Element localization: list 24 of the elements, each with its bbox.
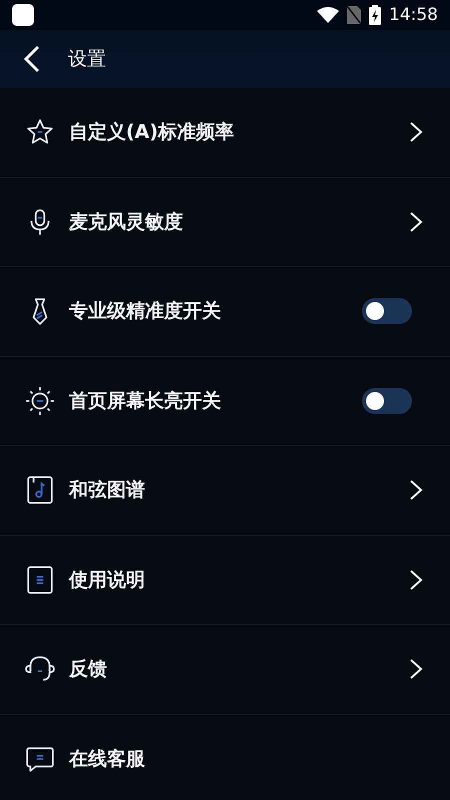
chevron-right-icon xyxy=(408,479,424,502)
chevron-right-icon xyxy=(408,210,424,233)
battery-charging-icon xyxy=(369,5,381,25)
setting-label[interactable]: 和弦图谱 xyxy=(69,477,408,504)
setting-label[interactable]: 麦克风灵敏度 xyxy=(69,208,408,235)
document-icon xyxy=(25,564,55,595)
notification-icon xyxy=(12,4,34,26)
page-title: 设置 xyxy=(68,47,106,72)
clock-time: 14:58 xyxy=(389,5,438,25)
setting-label[interactable]: 自定义(A)标准频率 xyxy=(69,119,408,146)
setting-label[interactable]: 首页屏幕长亮开关 xyxy=(69,388,362,414)
setting-label[interactable]: 在线客服 xyxy=(69,746,426,772)
music-note-icon xyxy=(25,475,55,506)
chevron-right-icon xyxy=(408,568,424,591)
toggle-switch[interactable] xyxy=(362,388,412,414)
toggle-switch[interactable] xyxy=(362,298,412,324)
wifi-icon xyxy=(317,7,339,23)
setting-label[interactable]: 专业级精准度开关 xyxy=(69,298,362,324)
setting-label[interactable]: 使用说明 xyxy=(69,566,408,593)
chevron-right-icon xyxy=(408,658,424,680)
sun-icon xyxy=(25,386,55,416)
setting-label[interactable]: 反馈 xyxy=(69,656,408,682)
no-sim-icon xyxy=(347,6,361,24)
chevron-right-icon xyxy=(408,121,424,144)
